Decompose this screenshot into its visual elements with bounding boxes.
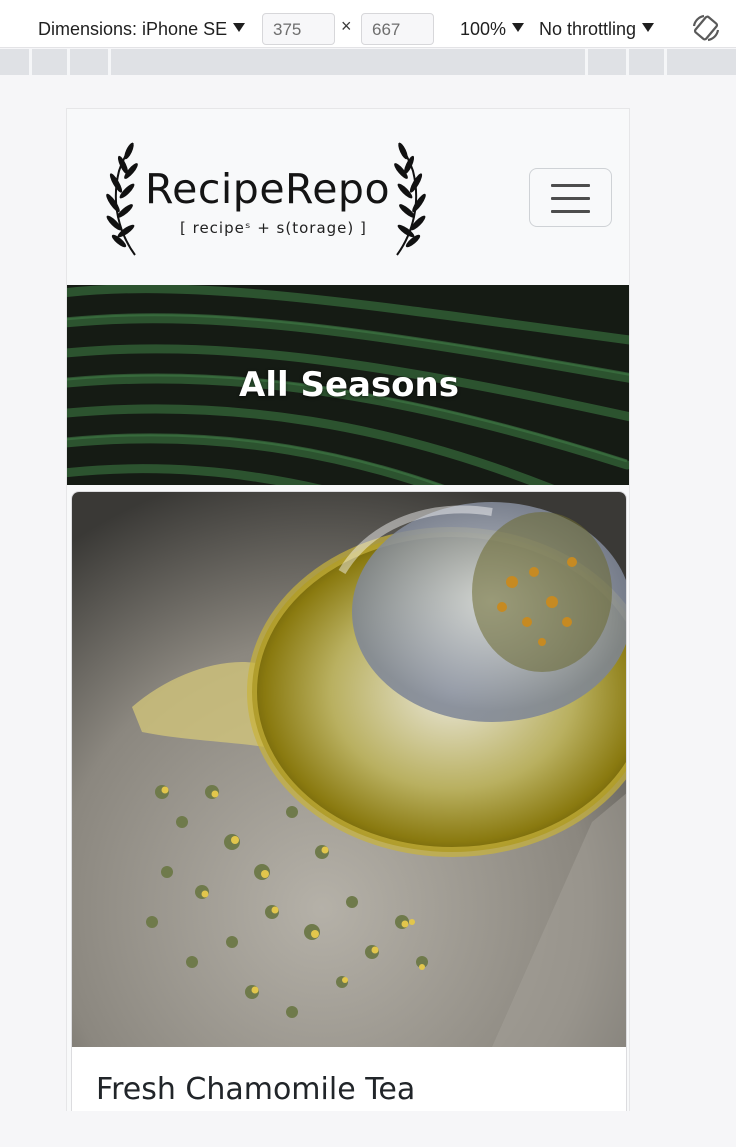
ruler-divider [664, 49, 667, 75]
dropdown-arrow-icon [512, 23, 525, 32]
emulated-viewport: RecipeRepo [ recipeˢ + s(torage) ] All S… [66, 108, 630, 1111]
times-separator: × [341, 16, 352, 36]
dropdown-arrow-icon [642, 23, 655, 32]
hero-banner: All Seasons [67, 285, 629, 485]
logo-subtitle: [ recipeˢ + s(torage) ] [180, 219, 367, 237]
ruler-divider [29, 49, 32, 75]
recipe-card-title[interactable]: Fresh Chamomile Tea [96, 1072, 415, 1107]
dimensions-label: Dimensions: iPhone SE [38, 19, 228, 39]
dropdown-arrow-icon [233, 23, 246, 32]
ruler-divider [626, 49, 629, 75]
recipe-card[interactable]: Fresh Chamomile Tea [71, 491, 627, 1111]
site-logo[interactable]: RecipeRepo [ recipeˢ + s(torage) ] [105, 141, 427, 257]
dimensions-dropdown[interactable]: Dimensions: iPhone SE [38, 0, 246, 48]
hamburger-icon [551, 184, 590, 187]
media-query-ruler[interactable] [0, 49, 736, 75]
zoom-dropdown[interactable]: 100% [460, 0, 525, 48]
laurel-left-icon [106, 142, 138, 256]
rotate-icon[interactable] [690, 12, 722, 44]
hamburger-icon [551, 197, 590, 200]
width-input[interactable]: 375 [262, 13, 335, 45]
hero-title: All Seasons [239, 365, 459, 405]
logo-title: RecipeRepo [145, 165, 391, 213]
ruler-divider [585, 49, 588, 75]
recipe-card-image[interactable] [72, 492, 627, 1047]
zoom-label: 100% [460, 19, 507, 39]
ruler-divider [108, 49, 111, 75]
laurel-right-icon [394, 142, 426, 256]
devtools-device-toolbar: Dimensions: iPhone SE 375 × 667 100% No … [0, 0, 736, 48]
ruler-divider [67, 49, 70, 75]
navbar-toggler-button[interactable] [529, 168, 612, 227]
throttling-label: No throttling [539, 19, 637, 39]
site-navbar: RecipeRepo [ recipeˢ + s(torage) ] [67, 109, 629, 285]
throttling-dropdown[interactable]: No throttling [539, 0, 655, 48]
height-input[interactable]: 667 [361, 13, 434, 45]
hamburger-icon [551, 210, 590, 213]
